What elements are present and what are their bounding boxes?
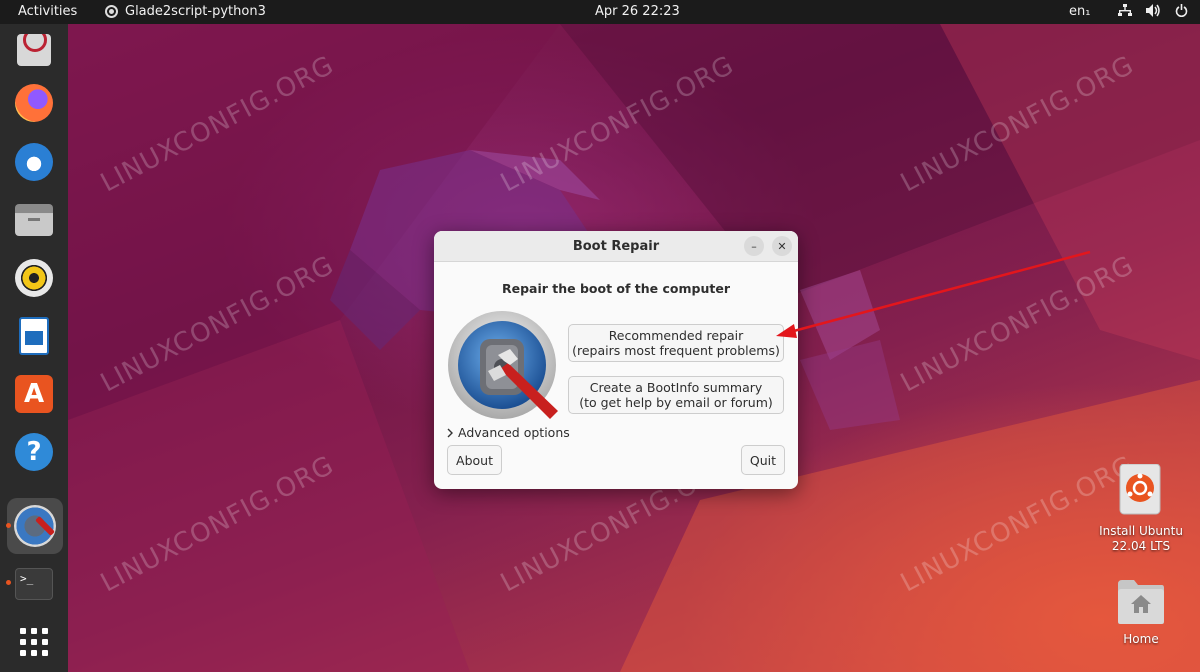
annotation-arrow [776, 250, 1091, 338]
home-label: Home [1123, 632, 1159, 646]
install-ubuntu-icon[interactable] [1118, 463, 1162, 516]
install-ubuntu-label-line1: Install Ubuntu [1099, 524, 1183, 538]
install-ubuntu-label: Install Ubuntu 22.04 LTS [1096, 524, 1186, 554]
home-folder-icon[interactable] [1116, 578, 1166, 626]
install-ubuntu-label-line2: 22.04 LTS [1111, 539, 1171, 553]
